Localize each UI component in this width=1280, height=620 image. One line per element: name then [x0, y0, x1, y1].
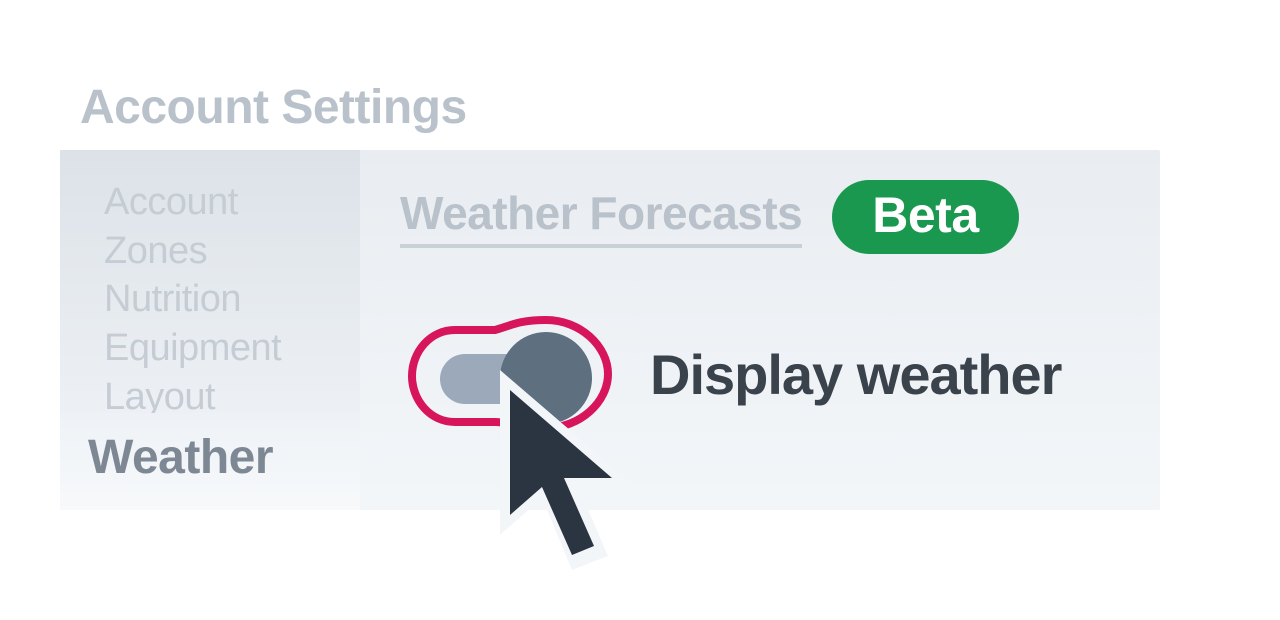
section-header: Weather Forecasts Beta — [400, 180, 1120, 254]
toggle-knob — [500, 332, 592, 424]
section-title: Weather Forecasts — [400, 186, 802, 248]
sidebar-item-weather[interactable]: Weather — [60, 413, 360, 510]
display-weather-toggle[interactable] — [400, 314, 620, 434]
settings-panel: Account Zones Nutrition Equipment Layout… — [60, 150, 1160, 510]
page-title: Account Settings — [80, 80, 467, 135]
sidebar-item-nutrition[interactable]: Nutrition — [104, 275, 360, 324]
sidebar-item-zones[interactable]: Zones — [104, 227, 360, 276]
sidebar-item-account[interactable]: Account — [104, 178, 360, 227]
beta-badge: Beta — [832, 180, 1018, 254]
sidebar-item-equipment[interactable]: Equipment — [104, 324, 360, 373]
content-area: Weather Forecasts Beta Display weather — [400, 180, 1120, 434]
display-weather-label: Display weather — [650, 342, 1061, 407]
sidebar: Account Zones Nutrition Equipment Layout… — [60, 150, 360, 510]
display-weather-row: Display weather — [400, 314, 1120, 434]
